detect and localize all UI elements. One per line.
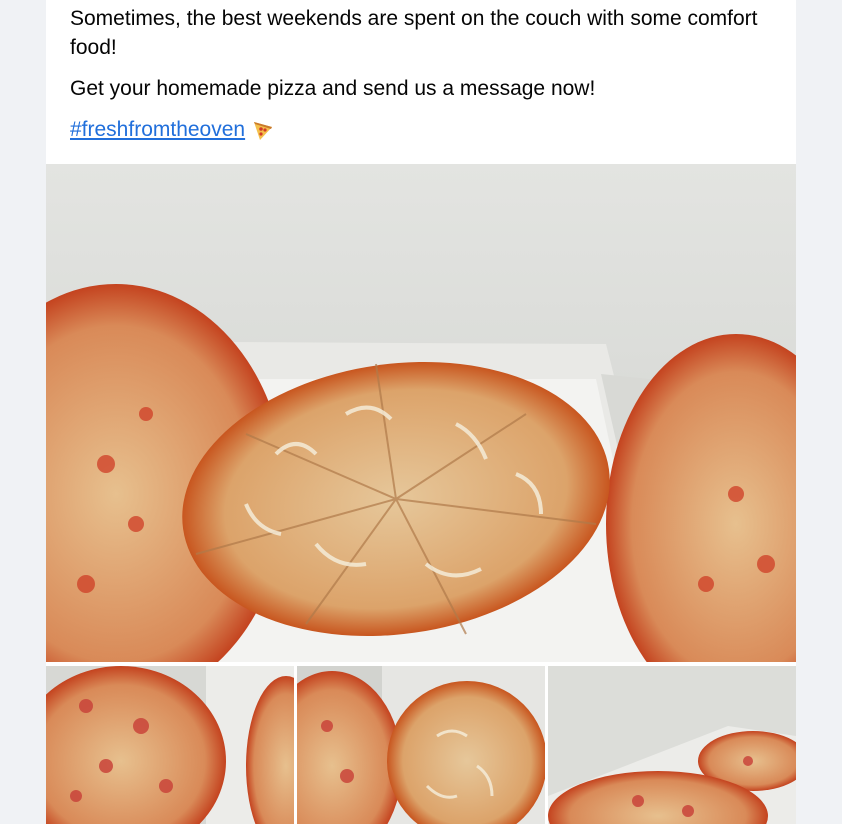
hashtag-row: #freshfromtheoven bbox=[70, 115, 772, 144]
thumbnail-photo-1[interactable] bbox=[46, 666, 294, 824]
thumbnail-photo-3[interactable] bbox=[548, 666, 796, 824]
main-pizza-photo[interactable] bbox=[46, 164, 796, 662]
post-body: Sometimes, the best weekends are spent o… bbox=[46, 0, 796, 144]
post-paragraph-1: Sometimes, the best weekends are spent o… bbox=[70, 7, 758, 59]
pizza-icon bbox=[251, 118, 275, 142]
hashtag-link[interactable]: #freshfromtheoven bbox=[70, 115, 245, 144]
photo-thumbnails bbox=[46, 666, 796, 824]
thumbnail-photo-2[interactable] bbox=[297, 666, 545, 824]
post-paragraph-2: Get your homemade pizza and send us a me… bbox=[70, 77, 596, 100]
post-card: Sometimes, the best weekends are spent o… bbox=[46, 0, 796, 824]
